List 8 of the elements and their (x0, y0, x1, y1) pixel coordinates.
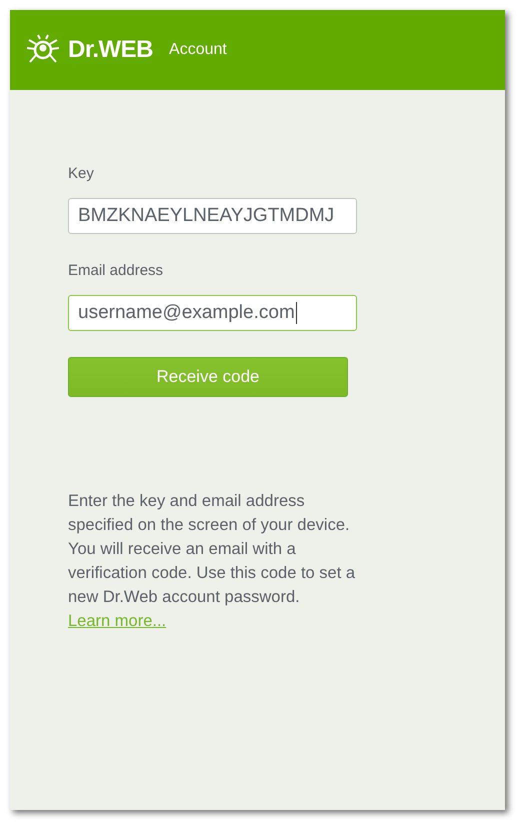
help-text: Enter the key and email address specified on the screen of your device. You will receive an email with a verification code. Use this code to set a new Dr.Web account password. Learn more... (68, 491, 356, 632)
header-title: Account (169, 41, 227, 59)
text-cursor (296, 302, 297, 324)
field-label: Key (68, 165, 95, 184)
input-field[interactable]: username@example.com (68, 295, 357, 331)
field-label: Email address (68, 262, 164, 281)
input-field[interactable]: BMZKNAEYLNEAYJGTMDMJ (68, 198, 357, 234)
logo-text: Dr.WEB (68, 36, 154, 64)
